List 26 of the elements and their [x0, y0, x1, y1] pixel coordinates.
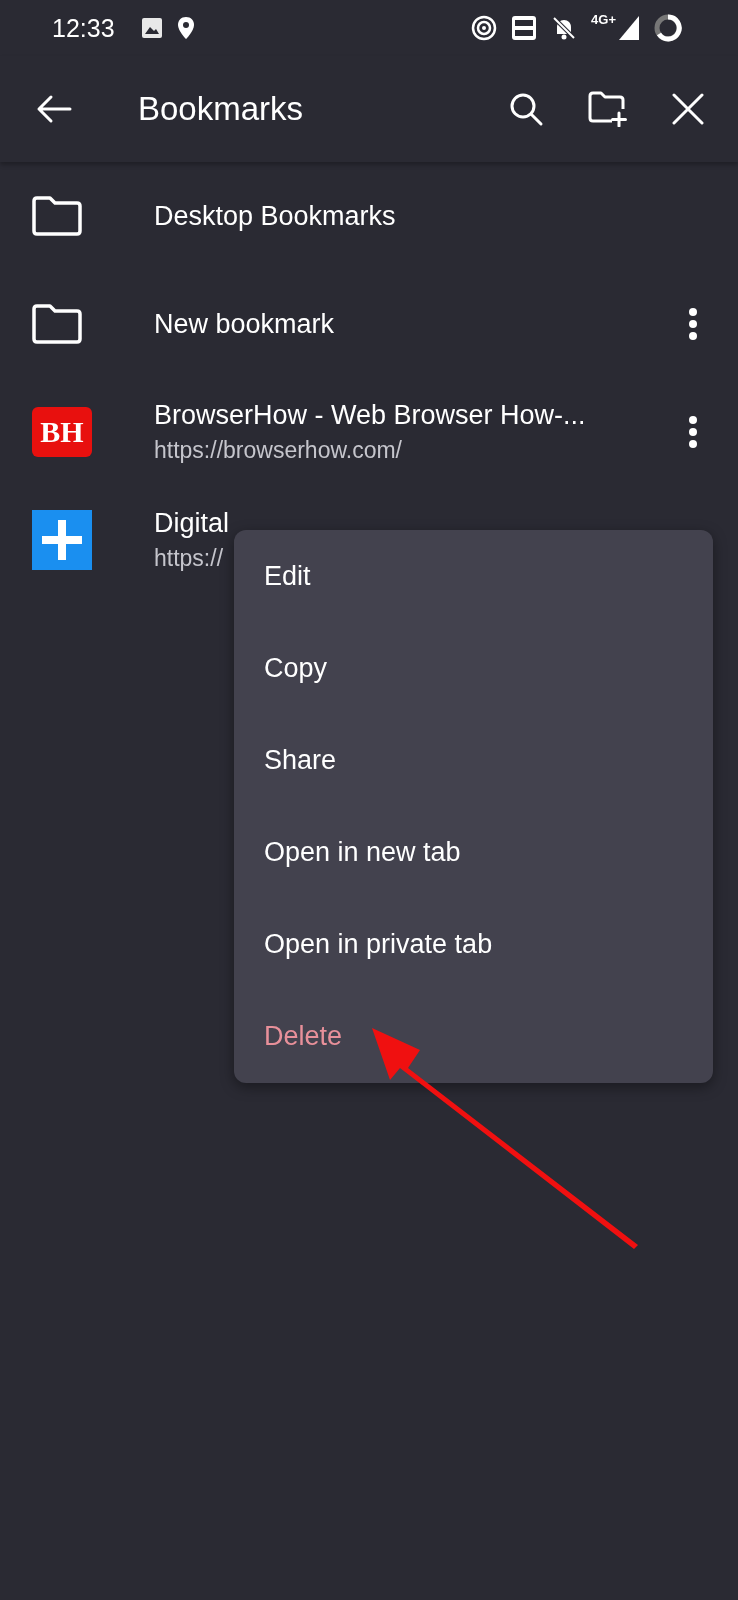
- menu-item[interactable]: Copy: [234, 622, 713, 714]
- network-type: 4G+: [591, 12, 616, 27]
- menu-item[interactable]: Share: [234, 714, 713, 806]
- image-icon: [140, 17, 163, 39]
- location-icon: [176, 16, 195, 40]
- page-title: Bookmarks: [138, 90, 305, 128]
- menu-item[interactable]: Open in private tab: [234, 898, 713, 990]
- bookmark-url: https://: [154, 545, 225, 572]
- bookmark-url: https://browserhow.com/: [154, 437, 403, 464]
- battery-ring-icon: [654, 14, 682, 42]
- folder-icon: [32, 196, 82, 236]
- more-options-icon[interactable]: [688, 415, 698, 449]
- signal-icon: [618, 15, 640, 41]
- site-logo: BH: [32, 407, 92, 457]
- bookmark-title[interactable]: New bookmark: [154, 308, 680, 340]
- menu-item[interactable]: Delete: [234, 990, 713, 1082]
- bookmark-title[interactable]: Desktop Bookmarks: [154, 200, 706, 232]
- folder-icon: [32, 304, 82, 344]
- muted-bell-icon: [551, 15, 578, 41]
- status-time: 12:33: [52, 13, 115, 43]
- hotspot-icon: [471, 15, 498, 41]
- site-logo-icon: [32, 510, 92, 570]
- menu-item[interactable]: Open in new tab: [234, 806, 713, 898]
- menu-item[interactable]: Edit: [234, 530, 713, 622]
- more-options-icon[interactable]: [688, 307, 698, 341]
- bookmark-title[interactable]: BrowserHow - Web Browser How-...: [154, 400, 680, 431]
